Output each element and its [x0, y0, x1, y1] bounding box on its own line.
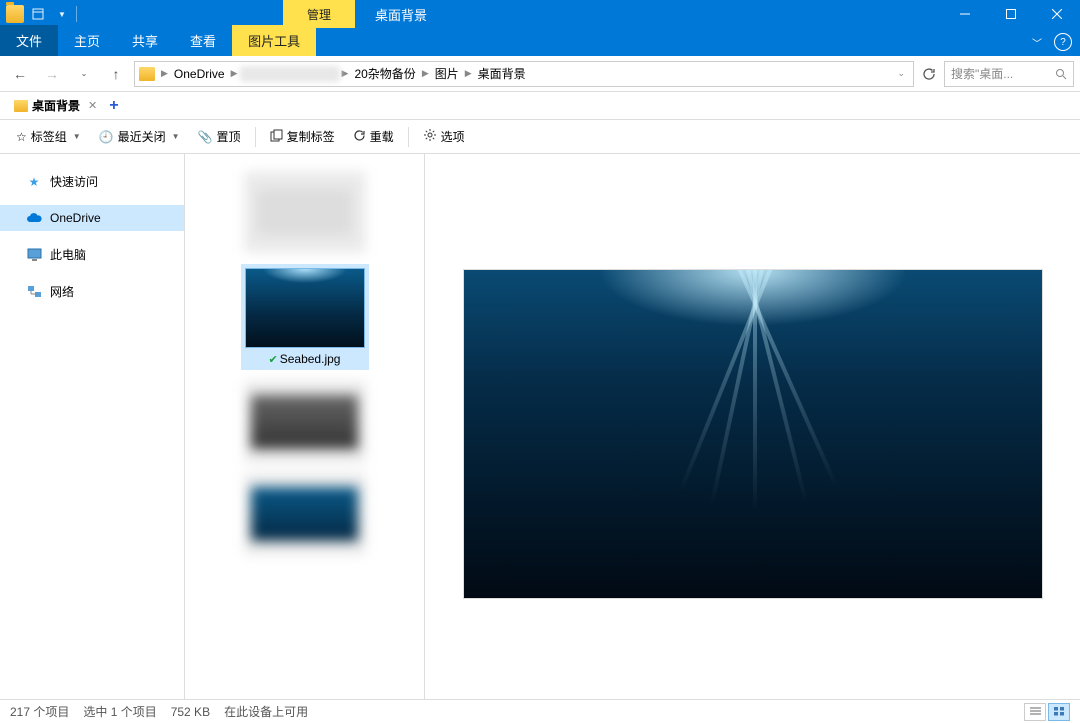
recent-closed-button[interactable]: 🕘 最近关闭 ▼: [91, 124, 188, 150]
file-label: ✔ Seabed.jpg: [245, 352, 365, 366]
ribbon-tabs: 文件 主页 共享 查看 图片工具 ﹀ ?: [0, 28, 1080, 56]
maximize-button[interactable]: [988, 0, 1034, 28]
pin-icon: 📎: [198, 130, 213, 144]
breadcrumb-wallpaper[interactable]: 桌面背景: [474, 65, 530, 82]
clover-toolbar: ☆ 标签组 ▼ 🕘 最近关闭 ▼ 📎 置顶 复制标签 重载 选项: [0, 120, 1080, 154]
ribbon-tab-share[interactable]: 共享: [116, 25, 174, 56]
copy-tab-button[interactable]: 复制标签: [262, 124, 343, 150]
sidebar-item-onedrive[interactable]: OneDrive: [0, 205, 184, 231]
preview-image: [463, 269, 1043, 599]
reload-button[interactable]: 重载: [345, 124, 402, 150]
refresh-button[interactable]: [918, 67, 940, 81]
quick-access-toolbar: ▼: [30, 6, 70, 22]
search-placeholder: 搜索"桌面...: [951, 65, 1013, 82]
sidebar-item-network[interactable]: 网络: [0, 278, 184, 305]
folder-icon: [14, 100, 28, 112]
breadcrumb-backup[interactable]: 20杂物备份: [350, 65, 419, 82]
search-icon: [1055, 68, 1067, 80]
nav-forward-button[interactable]: →: [38, 60, 66, 88]
ribbon-context-tab[interactable]: 管理: [283, 0, 355, 28]
view-thumbnails-button[interactable]: [1048, 703, 1070, 721]
gear-icon: [423, 128, 437, 145]
view-details-button[interactable]: [1024, 703, 1046, 721]
view-mode-buttons: [1024, 703, 1070, 721]
tab-close-icon[interactable]: ✕: [88, 99, 97, 112]
status-item-count: 217 个项目: [10, 703, 69, 720]
thumbnail-image: [245, 172, 365, 252]
breadcrumb-onedrive[interactable]: OneDrive: [170, 67, 229, 81]
nav-recent-dropdown[interactable]: ⌄: [70, 60, 98, 88]
sidebar-item-quick-access[interactable]: ★ 快速访问: [0, 168, 184, 195]
reload-icon: [353, 129, 366, 145]
folder-tab-bar: 桌面背景 ✕ +: [0, 92, 1080, 120]
file-thumbnail[interactable]: [245, 382, 365, 462]
sidebar-item-label: 快速访问: [50, 173, 98, 190]
navigation-bar: ← → ⌄ ↑ ▶ OneDrive ▶ ▶ 20杂物备份 ▶ 图片 ▶ 桌面背…: [0, 56, 1080, 92]
nav-back-button[interactable]: ←: [6, 60, 34, 88]
folder-tab-label: 桌面背景: [32, 97, 80, 114]
file-name: Seabed.jpg: [280, 352, 341, 366]
address-bar[interactable]: ▶ OneDrive ▶ ▶ 20杂物备份 ▶ 图片 ▶ 桌面背景 ⌄: [134, 61, 914, 87]
star-icon: ★: [26, 174, 42, 190]
sidebar-item-label: OneDrive: [50, 211, 101, 225]
ribbon-tab-picture-tools[interactable]: 图片工具: [232, 25, 316, 56]
status-bar: 217 个项目 选中 1 个项目 752 KB 在此设备上可用: [0, 699, 1080, 723]
close-button[interactable]: [1034, 0, 1080, 28]
thumbnail-image: [245, 474, 365, 554]
bookmark-group-button[interactable]: ☆ 标签组 ▼: [8, 124, 89, 150]
navigation-sidebar: ★ 快速访问 OneDrive 此电脑 网络: [0, 154, 185, 713]
sidebar-item-label: 此电脑: [50, 246, 86, 263]
options-button[interactable]: 选项: [415, 124, 473, 150]
chevron-right-icon[interactable]: ▶: [422, 68, 429, 79]
file-thumbnail[interactable]: [245, 172, 365, 252]
folder-tab[interactable]: 桌面背景 ✕: [8, 95, 103, 117]
pin-top-button[interactable]: 📎 置顶: [190, 124, 249, 150]
chevron-right-icon[interactable]: ▶: [231, 68, 238, 79]
breadcrumb-redacted: [240, 66, 340, 82]
status-availability: 在此设备上可用: [224, 703, 308, 720]
chevron-right-icon[interactable]: ▶: [161, 68, 168, 79]
chevron-right-icon[interactable]: ▶: [465, 68, 472, 79]
search-input[interactable]: 搜索"桌面...: [944, 61, 1074, 87]
network-icon: [26, 284, 42, 300]
ribbon-tab-file[interactable]: 文件: [0, 25, 58, 56]
minimize-button[interactable]: [942, 0, 988, 28]
pc-icon: [26, 247, 42, 263]
sync-status-icon: ✔: [269, 353, 278, 366]
help-icon[interactable]: ?: [1054, 33, 1072, 51]
address-folder-icon: [139, 67, 155, 81]
thumbnail-image: [245, 268, 365, 348]
status-selected-count: 选中 1 个项目: [83, 703, 156, 720]
file-thumbnail-selected[interactable]: ✔ Seabed.jpg: [241, 264, 369, 370]
copy-icon: [270, 129, 283, 145]
clock-icon: 🕘: [99, 130, 114, 144]
main-area: ★ 快速访问 OneDrive 此电脑 网络 ✔ Seabed.jpg: [0, 154, 1080, 713]
status-size: 752 KB: [171, 705, 210, 719]
folder-icon: [6, 5, 24, 23]
file-thumbnail[interactable]: [245, 474, 365, 554]
ribbon-tab-home[interactable]: 主页: [58, 25, 116, 56]
sidebar-item-label: 网络: [50, 283, 74, 300]
ribbon-collapse-icon[interactable]: ﹀: [1028, 33, 1046, 51]
address-dropdown-icon[interactable]: ⌄: [897, 68, 905, 79]
cloud-icon: [26, 210, 42, 226]
qat-properties-icon[interactable]: [30, 6, 46, 22]
nav-up-button[interactable]: ↑: [102, 60, 130, 88]
file-list-pane[interactable]: ✔ Seabed.jpg: [185, 154, 425, 713]
new-tab-button[interactable]: +: [109, 97, 118, 115]
thumbnail-image: [245, 382, 365, 462]
ribbon-tab-view[interactable]: 查看: [174, 25, 232, 56]
title-bar: ▼ 管理 桌面背景: [0, 0, 1080, 28]
qat-dropdown-icon[interactable]: ▼: [54, 6, 70, 22]
star-icon: ☆: [16, 130, 27, 144]
preview-pane: [425, 154, 1080, 713]
window-title: 桌面背景: [375, 5, 427, 24]
breadcrumb-pictures[interactable]: 图片: [431, 65, 463, 82]
chevron-right-icon[interactable]: ▶: [342, 68, 349, 79]
sidebar-item-this-pc[interactable]: 此电脑: [0, 241, 184, 268]
